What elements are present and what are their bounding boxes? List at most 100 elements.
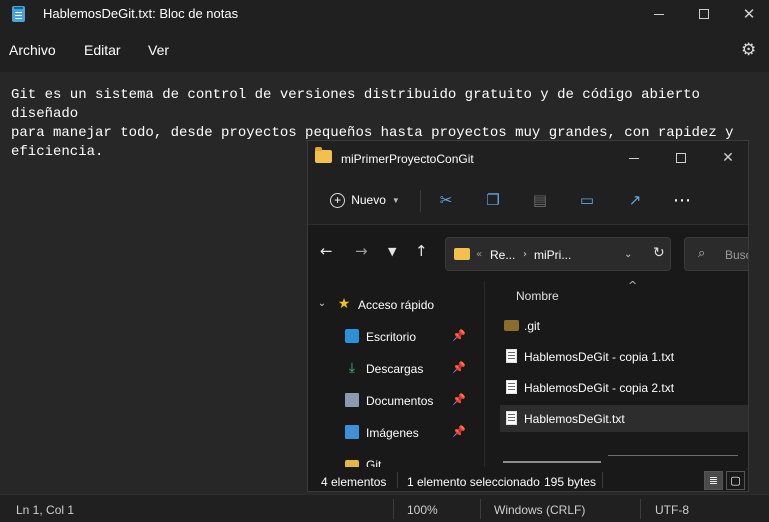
new-button-label: Nuevo <box>351 193 386 207</box>
file-list: ^ Nombre .git HablemosDeGit - copia 1.tx… <box>485 279 748 467</box>
file-row[interactable]: .git <box>500 312 748 339</box>
text-file-icon <box>506 411 517 425</box>
file-name: HablemosDeGit.txt <box>524 412 625 426</box>
status-divider <box>397 472 398 488</box>
pictures-icon <box>345 425 359 439</box>
file-name: HablemosDeGit - copia 1.txt <box>524 350 675 364</box>
desktop-icon <box>345 329 359 343</box>
cursor-position: Ln 1, Col 1 <box>16 503 75 517</box>
pin-icon: 📌 <box>452 393 466 406</box>
sidebar-item-label: Descargas <box>366 362 424 376</box>
large-icons-view-icon[interactable]: ▢ <box>726 471 745 490</box>
more-options-icon[interactable]: ⋯ <box>670 188 694 212</box>
cut-icon[interactable]: ✂ <box>434 188 458 212</box>
minimize-icon <box>654 13 664 15</box>
pin-icon: 📌 <box>452 361 466 374</box>
close-icon: ✕ <box>722 150 734 166</box>
zoom-level: 100% <box>407 503 438 517</box>
gear-icon[interactable]: ⚙ <box>741 40 756 60</box>
back-icon[interactable]: ← <box>320 242 333 260</box>
explorer-toolbar: + Nuevo ▼ ✂ ❐ ▤ ▭ ↗ ⋯ <box>308 175 748 225</box>
breadcrumb-overflow-icon[interactable]: « <box>476 249 482 260</box>
sidebar-item-documentos[interactable]: Documentos 📌 <box>308 387 484 415</box>
search-icon: ⌕ <box>698 246 706 261</box>
navigation-bar: ← → ▼ ↑ « Re... › miPri... ⌄ ↻ ⌕ Busc <box>308 225 748 281</box>
notepad-icon <box>12 6 25 22</box>
share-icon[interactable]: ↗ <box>623 188 647 212</box>
sidebar-item-quick-access[interactable]: ⌄ ★ Acceso rápido <box>308 291 484 319</box>
menu-bar: Archivo Editar Ver <box>0 28 769 72</box>
text-file-icon <box>506 380 517 394</box>
copy-icon[interactable]: ❐ <box>481 188 505 212</box>
column-header-name[interactable]: Nombre <box>516 289 559 303</box>
minimize-button[interactable] <box>636 0 682 28</box>
maximize-icon <box>676 153 686 163</box>
explorer-titlebar: miPrimerProyectoConGit ✕ <box>308 141 748 175</box>
details-view-icon[interactable]: ≣ <box>704 471 723 490</box>
status-divider <box>480 499 481 519</box>
chevron-down-icon[interactable]: ⌄ <box>624 249 632 260</box>
new-button[interactable]: + Nuevo ▼ <box>321 188 409 212</box>
file-name: .git <box>524 319 541 333</box>
minimize-icon <box>629 157 639 159</box>
scroll-track <box>608 455 738 456</box>
pin-icon: 📌 <box>452 425 466 438</box>
horizontal-scrollbar[interactable] <box>503 461 601 463</box>
sidebar-item-label: Acceso rápido <box>358 298 435 312</box>
recent-locations-icon[interactable]: ▼ <box>388 245 396 258</box>
toolbar-divider <box>420 190 421 212</box>
notepad-titlebar: HablemosDeGit.txt: Bloc de notas ✕ <box>0 0 769 28</box>
close-icon: ✕ <box>742 4 756 23</box>
encoding: UTF-8 <box>655 503 689 517</box>
breadcrumb-segment-1[interactable]: Re... <box>490 248 515 262</box>
menu-archivo[interactable]: Archivo <box>9 42 56 58</box>
search-input[interactable]: ⌕ Busc <box>684 237 748 271</box>
file-row[interactable]: HablemosDeGit - copia 2.txt <box>500 374 748 401</box>
selection-info: 1 elemento seleccionado <box>407 475 540 489</box>
folder-icon <box>504 320 519 331</box>
documents-icon <box>345 393 359 407</box>
search-placeholder: Busc <box>725 248 748 262</box>
sidebar-item-descargas[interactable]: ⤓ Descargas 📌 <box>308 355 484 383</box>
line-ending: Windows (CRLF) <box>494 503 586 517</box>
sidebar-item-escritorio[interactable]: Escritorio 📌 <box>308 323 484 351</box>
address-bar[interactable]: « Re... › miPri... ⌄ ↻ <box>445 237 671 271</box>
menu-ver[interactable]: Ver <box>148 42 169 58</box>
rename-icon[interactable]: ▭ <box>575 188 599 212</box>
sidebar-item-label: Imágenes <box>366 426 419 440</box>
explorer-maximize-button[interactable] <box>658 143 704 173</box>
chevron-down-icon[interactable]: ⌄ <box>315 297 329 311</box>
menu-editar[interactable]: Editar <box>84 42 121 58</box>
window-title: HablemosDeGit.txt: Bloc de notas <box>43 6 239 21</box>
refresh-icon[interactable]: ↻ <box>653 245 665 261</box>
status-divider <box>640 499 641 519</box>
pin-icon: 📌 <box>452 329 466 342</box>
forward-icon[interactable]: → <box>355 242 368 260</box>
sort-ascending-icon: ^ <box>628 279 638 292</box>
breadcrumb-separator-icon: › <box>523 249 527 260</box>
breadcrumb-segment-2[interactable]: miPri... <box>534 248 571 262</box>
chevron-down-icon: ▼ <box>391 195 400 205</box>
status-divider <box>393 499 394 519</box>
file-name: HablemosDeGit - copia 2.txt <box>524 381 675 395</box>
paste-icon[interactable]: ▤ <box>528 188 552 212</box>
file-row[interactable]: HablemosDeGit - copia 1.txt <box>500 343 748 370</box>
sidebar-item-label: Escritorio <box>366 330 417 344</box>
navigation-pane: ⌄ ★ Acceso rápido Escritorio 📌 ⤓ Descarg… <box>308 281 484 472</box>
explorer-minimize-button[interactable] <box>611 143 657 173</box>
selection-size: 195 bytes <box>544 475 597 489</box>
up-icon[interactable]: ↑ <box>415 242 428 260</box>
explorer-close-button[interactable]: ✕ <box>705 143 748 173</box>
file-explorer-window: miPrimerProyectoConGit ✕ + Nuevo ▼ ✂ ❐ ▤… <box>307 140 749 492</box>
maximize-icon <box>699 9 709 19</box>
status-bar: Ln 1, Col 1 100% Windows (CRLF) UTF-8 <box>0 494 769 522</box>
file-row-selected[interactable]: HablemosDeGit.txt <box>500 405 748 432</box>
sidebar-item-label: Documentos <box>366 394 434 408</box>
maximize-button[interactable] <box>681 0 727 28</box>
close-button[interactable]: ✕ <box>726 0 769 28</box>
status-divider <box>602 472 603 488</box>
sidebar-item-imagenes[interactable]: Imágenes 📌 <box>308 419 484 447</box>
star-icon: ★ <box>337 296 351 312</box>
plus-icon: + <box>330 192 346 208</box>
folder-icon <box>454 248 470 260</box>
